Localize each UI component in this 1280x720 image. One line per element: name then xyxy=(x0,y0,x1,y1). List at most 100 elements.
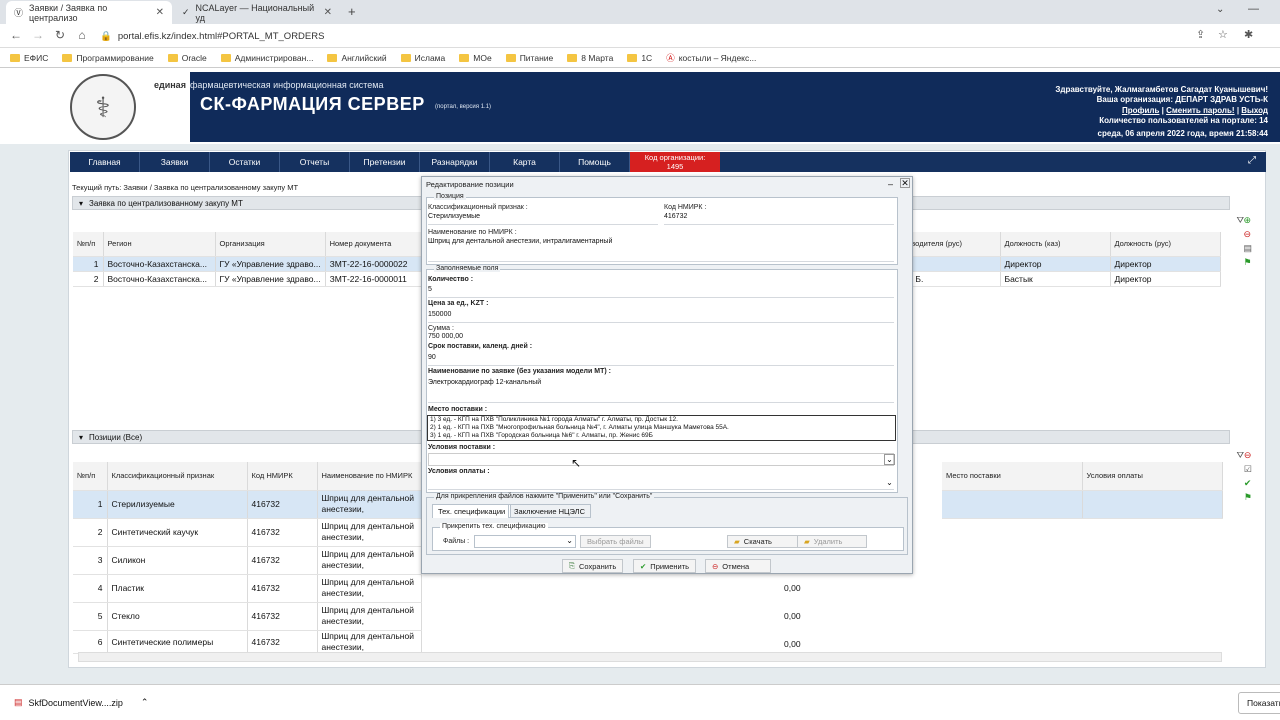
qty-input[interactable]: 5 xyxy=(428,286,894,298)
remove-icon[interactable]: ⊖ xyxy=(1244,450,1252,461)
col-header[interactable]: Код НМИРК xyxy=(247,462,318,491)
code-field[interactable]: 416732 xyxy=(664,213,894,225)
tab-orders[interactable]: Ⓥ Заявки / Заявка по централизо ✕ xyxy=(6,1,172,24)
table-row[interactable]: 1 Восточно-Казахстанска... ГУ «Управление … xyxy=(73,256,422,272)
col-header[interactable]: №п/п xyxy=(73,462,108,491)
place-textarea[interactable]: 1) 3 ед. - КГП на ПХВ "Поликлиника №1 го… xyxy=(427,415,896,441)
choose-files-button[interactable]: Выбрать файлы xyxy=(580,535,651,548)
chevron-up-icon[interactable]: ⌃ xyxy=(141,697,149,708)
table-row[interactable]: 2 Синтетический каучук 416732 Шприц для ден… xyxy=(73,518,422,547)
table-row[interactable]: 5 Стекло 416732 Шприц для дентальной анестез… xyxy=(73,602,422,631)
cell: Шприц для дентальной xyxy=(321,493,414,503)
delete-button[interactable]: ▰ Удалить xyxy=(797,535,867,548)
expand-icon[interactable]: ⤢ xyxy=(1248,155,1256,166)
pay-select[interactable] xyxy=(428,477,894,490)
price-label: Цена за ед., KZT : xyxy=(428,300,489,307)
req-name-input[interactable]: Электрокардиограф 12-канальный xyxy=(428,379,894,403)
forward-icon[interactable]: → xyxy=(30,28,46,42)
menu-help[interactable]: Помощь xyxy=(560,152,630,172)
horizontal-scrollbar[interactable] xyxy=(78,652,1222,662)
menu-orders[interactable]: Заявки xyxy=(140,152,210,172)
menu-home[interactable]: Главная xyxy=(70,152,140,172)
download-item[interactable]: ▤ SkfDocumentView....zip ⌃ xyxy=(14,697,148,708)
back-icon[interactable]: ← xyxy=(8,28,24,42)
bookmark-item[interactable]: ЕФИС xyxy=(10,53,48,63)
bookmark-item[interactable]: 8 Марта xyxy=(567,53,613,63)
table-row[interactable]: 3 Силикон 416732 Шприц для дентальной анесте… xyxy=(73,546,422,575)
table-row[interactable]: 2 Восточно-Казахстанска... ГУ «Управление … xyxy=(73,271,422,287)
col-header[interactable]: Место поставки xyxy=(942,462,1083,491)
show-all-button[interactable]: Показать xyxy=(1238,692,1280,714)
bookmark-item[interactable]: Ислама xyxy=(400,53,445,63)
menu-allocations[interactable]: Разнарядки xyxy=(420,152,490,172)
close-icon[interactable]: ✕ xyxy=(324,7,332,18)
home-icon[interactable]: ⌂ xyxy=(74,28,90,42)
share-icon[interactable]: ⇪ xyxy=(1196,28,1205,41)
files-select[interactable]: ⌄ xyxy=(474,535,576,548)
filter-icon[interactable]: ⛛ xyxy=(1236,450,1244,461)
bookmark-item[interactable]: Английский xyxy=(327,53,387,63)
collapse-icon[interactable]: ▾ xyxy=(79,199,83,208)
bookmark-item[interactable]: МОе xyxy=(459,53,492,63)
minimize-icon[interactable]: — xyxy=(1248,3,1259,15)
col-header[interactable]: Регион xyxy=(103,232,216,257)
col-header[interactable]: №п/п xyxy=(73,232,104,257)
url-field[interactable]: 🔒 portal.efis.kz/index.html#PORTAL_MT_ORD… xyxy=(100,27,324,45)
change-password-link[interactable]: Сменить пароль! xyxy=(1166,106,1234,115)
col-header[interactable]: Номер документа xyxy=(325,232,422,257)
col-header[interactable]: Должность (каз) xyxy=(1000,232,1111,257)
cond-select[interactable] xyxy=(428,453,894,466)
col-header[interactable]: Классификационный признак xyxy=(107,462,248,491)
menu-reports[interactable]: Отчеты xyxy=(280,152,350,172)
check-icon[interactable]: ✔ xyxy=(1244,478,1252,489)
chevron-down-icon[interactable]: ⌄ xyxy=(884,478,895,487)
menu-stock[interactable]: Остатки xyxy=(210,152,280,172)
table-row[interactable]: 23ДиректорДиректор xyxy=(896,256,1221,272)
table-row[interactable]: 6 Синтетические полимеры 416732 Шприц для д… xyxy=(73,630,422,654)
table-row[interactable]: 1 Стерилизуемые 416732 Шприц для дентальной… xyxy=(73,490,422,519)
bookmark-item[interactable]: Oracle xyxy=(167,53,207,63)
name-field[interactable]: Шприц для дентальной анестезии, интралиг… xyxy=(428,238,894,262)
bookmark-item[interactable]: Программирование xyxy=(62,53,154,63)
chevron-down-icon[interactable]: ⌄ xyxy=(884,454,895,465)
class-field[interactable]: Стерилизуемые xyxy=(428,213,658,225)
tab-tech-specs[interactable]: Тех. спецификации xyxy=(432,504,512,518)
chevron-down-icon[interactable]: ⌄ xyxy=(1216,4,1224,15)
close-icon[interactable]: ✕ xyxy=(900,178,910,188)
close-icon[interactable]: ✕ xyxy=(156,7,164,18)
edit-icon[interactable]: ☑ xyxy=(1244,464,1252,475)
apply-button[interactable]: ✔ Применить xyxy=(633,559,697,573)
add-icon[interactable]: ⊕ xyxy=(1243,215,1252,226)
reload-icon[interactable]: ↻ xyxy=(52,28,68,42)
bookmark-item[interactable]: 1С xyxy=(627,53,652,63)
col-header[interactable]: Организация xyxy=(215,232,326,257)
table-row[interactable]: 4 Пластик 416732 Шприц для дентальной анесте… xyxy=(73,574,422,603)
remove-icon[interactable]: ⊖ xyxy=(1243,229,1252,240)
flag-icon[interactable]: ⚑ xyxy=(1243,257,1252,268)
tab-ncalayer[interactable]: ✓ NCALayer — Национальный уд ✕ xyxy=(174,1,340,24)
minimize-icon[interactable]: – xyxy=(888,179,893,189)
new-tab-icon[interactable]: + xyxy=(348,4,356,19)
document-icon[interactable]: ▤ xyxy=(1243,243,1252,254)
table-row[interactable]: ков Б.БастыкДиректор xyxy=(896,271,1221,287)
col-header[interactable]: Должность (рус) xyxy=(1110,232,1221,257)
collapse-icon[interactable]: ▾ xyxy=(79,433,83,442)
cancel-button[interactable]: ⊖ Отмена xyxy=(705,559,771,573)
extensions-icon[interactable]: ✱ xyxy=(1244,28,1253,41)
save-button[interactable]: ⎘ Сохранить xyxy=(562,559,624,573)
tab-nceles[interactable]: Заключение НЦЭЛС xyxy=(508,504,592,518)
bookmark-item[interactable]: Администрирован... xyxy=(220,53,313,63)
col-header[interactable]: Наименование по НМИРК xyxy=(317,462,422,491)
term-input[interactable]: 90 xyxy=(428,354,894,366)
bookmark-item[interactable]: Ⓐкостыли – Яндекс... xyxy=(666,52,756,64)
bookmark-item[interactable]: Питание xyxy=(505,53,553,63)
download-button[interactable]: ▰ Скачать xyxy=(727,535,807,548)
menu-claims[interactable]: Претензии xyxy=(350,152,420,172)
profile-link[interactable]: Профиль xyxy=(1122,106,1159,115)
exit-link[interactable]: Выход xyxy=(1241,106,1268,115)
col-header[interactable]: Условия оплаты xyxy=(1082,462,1223,491)
star-icon[interactable]: ☆ xyxy=(1218,28,1228,41)
flag-icon[interactable]: ⚑ xyxy=(1244,492,1252,503)
menu-map[interactable]: Карта xyxy=(490,152,560,172)
price-input[interactable]: 150000 xyxy=(428,311,894,323)
